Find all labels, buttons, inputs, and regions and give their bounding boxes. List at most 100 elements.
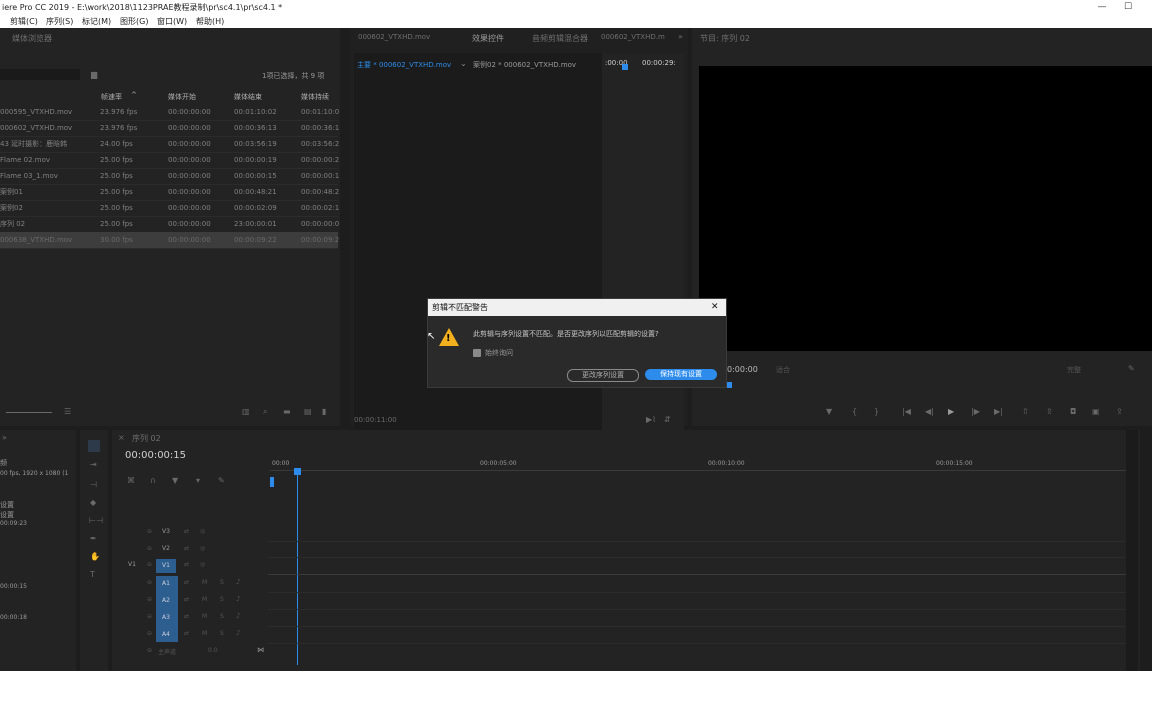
source-v1-label[interactable]: V1	[128, 561, 136, 568]
hand-icon[interactable]: ✋	[90, 552, 100, 562]
type-tool-icon[interactable]: T	[90, 570, 95, 580]
vertical-scrollbar[interactable]	[1126, 430, 1138, 671]
play-icon[interactable]: ▶	[948, 407, 954, 417]
program-tab[interactable]: 节目: 序列 02	[700, 33, 750, 44]
track-select-icon[interactable]: ⇥	[90, 460, 97, 470]
mute-button[interactable]: M	[202, 596, 207, 603]
solo-button[interactable]: S	[220, 596, 224, 603]
sync-lock-icon[interactable]: ⇄	[184, 613, 189, 620]
snap-icon[interactable]: ⌘	[127, 476, 135, 486]
col-media-start[interactable]: 媒体开始	[168, 92, 196, 102]
automate-icon[interactable]: ▥	[242, 407, 250, 417]
change-sequence-button[interactable]: 更改序列设置	[567, 369, 639, 382]
col-framerate[interactable]: 帧速率	[101, 92, 122, 102]
track-v2-label[interactable]: V2	[162, 545, 170, 552]
list-view-icon[interactable]: ☰	[64, 407, 71, 417]
tab-source[interactable]: 000602_VTXHD.mov	[358, 33, 430, 41]
wrench-icon[interactable]: ✎	[218, 476, 225, 486]
mic-icon[interactable]: ♪	[236, 612, 240, 620]
program-timecode[interactable]: 0:00:00	[727, 365, 758, 374]
panel-more-icon[interactable]: »	[678, 32, 683, 41]
export-frame-icon[interactable]: ⇪	[1116, 407, 1123, 417]
add-marker-icon[interactable]: ▼	[826, 407, 832, 417]
ripple-edit-icon[interactable]: ⊣	[90, 480, 97, 490]
razor-icon[interactable]: ◆	[90, 498, 96, 508]
program-video-frame[interactable]	[699, 66, 1152, 351]
add-marker-icon[interactable]: ▼	[172, 476, 178, 486]
play-only-audio-icon[interactable]: ▶⌇	[646, 415, 656, 425]
solo-button[interactable]: S	[220, 630, 224, 637]
chevron-down-icon[interactable]: ⌄	[460, 59, 467, 68]
track-v3-label[interactable]: V3	[162, 528, 170, 535]
lift-icon[interactable]: ⇧	[1022, 407, 1029, 417]
comparison-icon[interactable]: ▣	[1092, 407, 1100, 417]
list-item[interactable]: 000602_VTXHD.mov 23.976 fps 00:00:00:00 00:…	[0, 120, 339, 137]
eye-icon[interactable]: ◎	[200, 528, 205, 535]
menu-help[interactable]: 帮助(H)	[196, 15, 224, 28]
list-item[interactable]: 案例01 25.00 fps 00:00:00:00 00:00:48:21 00:00…	[0, 184, 339, 201]
sync-lock-icon[interactable]: ⇄	[184, 630, 189, 637]
program-playhead[interactable]	[727, 382, 732, 388]
step-back-icon[interactable]: ◀|	[925, 407, 934, 417]
mute-button[interactable]: M	[202, 579, 207, 586]
marker-icon[interactable]: ▾	[196, 476, 200, 486]
list-item[interactable]: 43 延时摄影：鹿晗韩 24.00 fps 00:00:00:00 00:03:56:…	[0, 136, 339, 153]
extract-icon[interactable]: ⇪	[1046, 407, 1053, 417]
timeline-playhead[interactable]	[294, 468, 301, 475]
expand-icon[interactable]: ⋈	[257, 646, 264, 654]
menu-marker[interactable]: 标记(M)	[82, 15, 111, 28]
menu-graphics[interactable]: 图形(G)	[120, 15, 148, 28]
col-media-end[interactable]: 媒体结束	[234, 92, 262, 102]
solo-button[interactable]: S	[220, 579, 224, 586]
export-icon[interactable]: ⇵	[664, 415, 671, 425]
list-item[interactable]: 案例02 25.00 fps 00:00:00:00 00:00:02:09 00:00…	[0, 200, 339, 217]
track-a2-label[interactable]: A2	[156, 594, 176, 608]
pen-icon[interactable]: ✒	[90, 534, 97, 544]
sequence-tab[interactable]: 序列 02	[132, 433, 161, 444]
sync-lock-icon[interactable]: ⇄	[184, 528, 189, 535]
master-track-label[interactable]: 主声道	[158, 647, 176, 656]
step-forward-icon[interactable]: |▶	[971, 407, 980, 417]
list-item[interactable]: 000595_VTXHD.mov 23.976 fps 00:00:00:00 00:…	[0, 104, 339, 121]
sync-lock-icon[interactable]: ⇄	[184, 545, 189, 552]
go-to-in-icon[interactable]: |◀	[902, 407, 911, 417]
mic-icon[interactable]: ♪	[236, 595, 240, 603]
work-area-start[interactable]	[270, 477, 274, 487]
linked-selection-icon[interactable]: ∩	[150, 476, 156, 486]
maximize-button[interactable]: ☐	[1118, 0, 1138, 15]
find-icon[interactable]: ⌕	[263, 407, 267, 417]
trash-icon[interactable]: ▮	[322, 407, 326, 417]
project-search-input[interactable]	[0, 69, 80, 80]
track-a4-label[interactable]: A4	[156, 628, 176, 642]
go-to-out-icon[interactable]: ▶|	[994, 407, 1003, 417]
mic-icon[interactable]: ♪	[236, 629, 240, 637]
solo-button[interactable]: S	[220, 613, 224, 620]
tab-effect-controls[interactable]: 效果控件	[472, 33, 504, 44]
timeline-timecode[interactable]: 00:00:00:15	[125, 450, 186, 461]
sequence-clip-label[interactable]: 案例02 * 000602_VTXHD.mov	[473, 60, 576, 70]
eye-icon[interactable]: ◎	[200, 545, 205, 552]
dialog-close-button[interactable]: ✕	[711, 299, 719, 316]
list-item[interactable]: Flame 03_1.mov 25.00 fps 00:00:00:00 00:00:…	[0, 168, 339, 185]
tab-source-2[interactable]: 000602_VTXHD.m	[601, 33, 665, 41]
sync-lock-icon[interactable]: ⇄	[184, 596, 189, 603]
col-media-duration[interactable]: 媒体持续	[301, 92, 329, 102]
mute-button[interactable]: M	[202, 613, 207, 620]
list-item[interactable]: 序列 02 25.00 fps 00:00:00:00 23:00:00:01 00:0…	[0, 216, 339, 233]
program-quality-dropdown[interactable]: 完整	[1067, 365, 1081, 375]
mic-icon[interactable]: ♪	[236, 578, 240, 586]
menu-clip[interactable]: 剪辑(C)	[10, 15, 38, 28]
sync-lock-icon[interactable]: ⇄	[184, 561, 189, 568]
master-clip-label[interactable]: 主要 * 000602_VTXHD.mov	[357, 60, 451, 70]
track-a1-label[interactable]: A1	[156, 577, 176, 591]
minimize-button[interactable]: —	[1092, 0, 1112, 15]
tab-audio-mixer[interactable]: 音频剪辑混合器	[532, 33, 588, 44]
project-tab[interactable]: 媒体浏览器	[12, 33, 52, 44]
wrench-icon[interactable]: ✎	[1128, 364, 1135, 374]
menu-window[interactable]: 窗口(W)	[157, 15, 187, 28]
always-ask-checkbox[interactable]	[473, 349, 481, 357]
slip-icon[interactable]: ⊢⊣	[89, 516, 103, 526]
close-icon[interactable]: ×	[118, 433, 125, 442]
mark-in-icon[interactable]: {	[852, 407, 857, 417]
mark-out-icon[interactable]: }	[874, 407, 879, 417]
